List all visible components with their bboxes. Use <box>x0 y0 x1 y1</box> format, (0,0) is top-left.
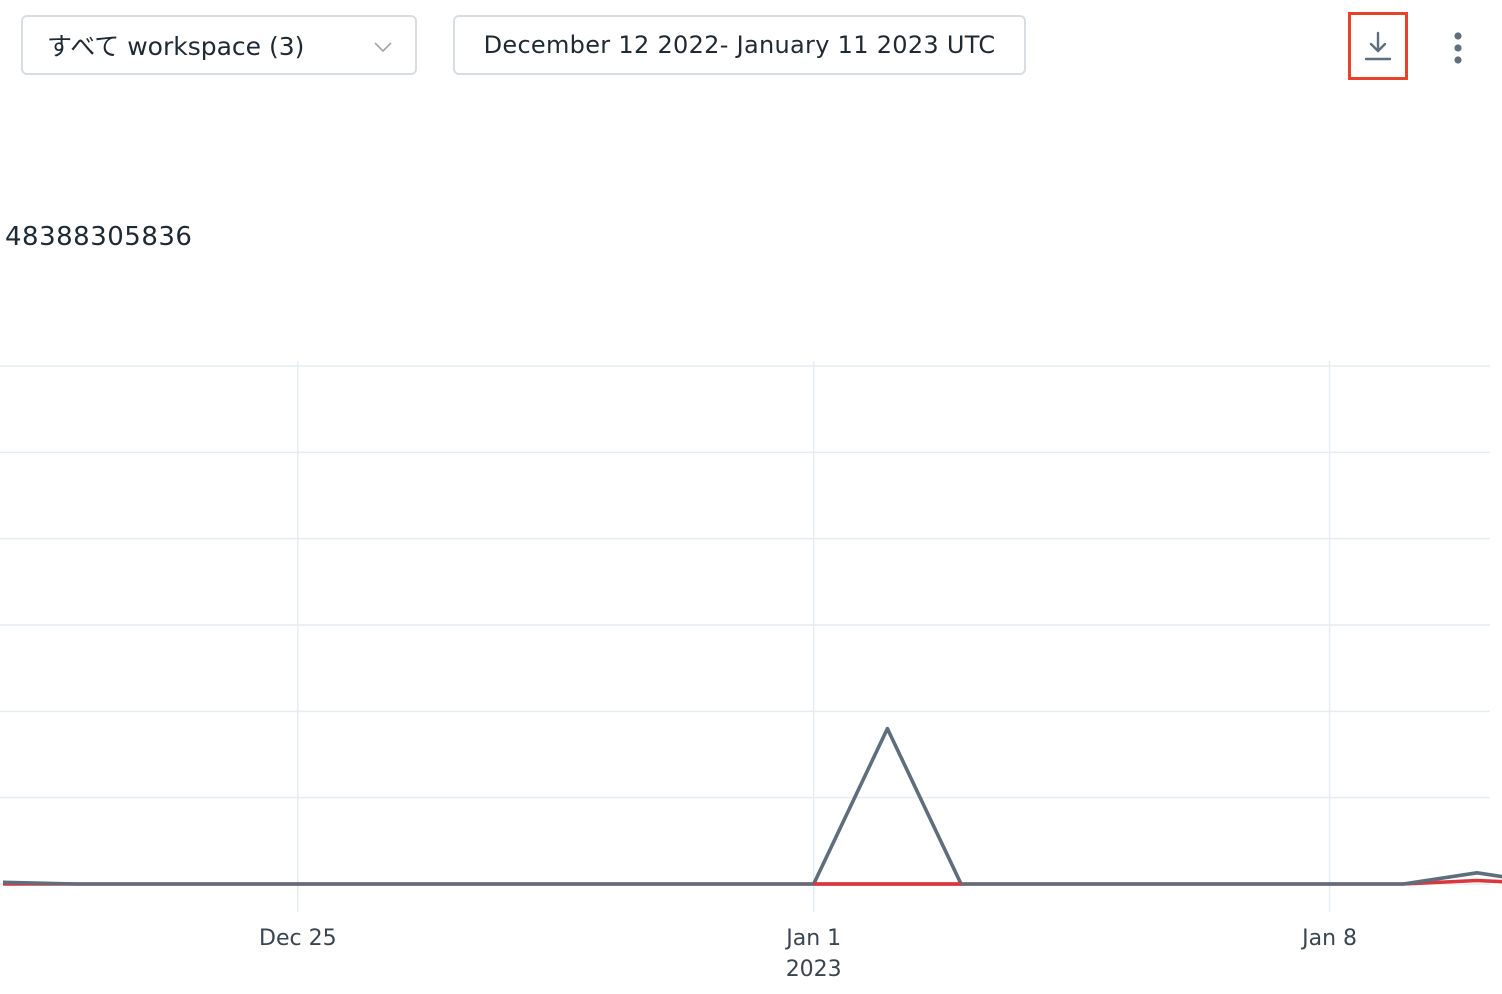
x-tick-sublabel: 2023 <box>786 957 842 982</box>
series-line-0 <box>2 726 1502 886</box>
x-tick-label: Dec 25 <box>259 926 337 951</box>
x-tick-label: Jan 8 <box>1300 926 1357 951</box>
x-tick-label: Jan 1 <box>784 926 841 951</box>
line-chart: Dec 25 Jan 1 2023 Jan 8 <box>0 361 1502 982</box>
